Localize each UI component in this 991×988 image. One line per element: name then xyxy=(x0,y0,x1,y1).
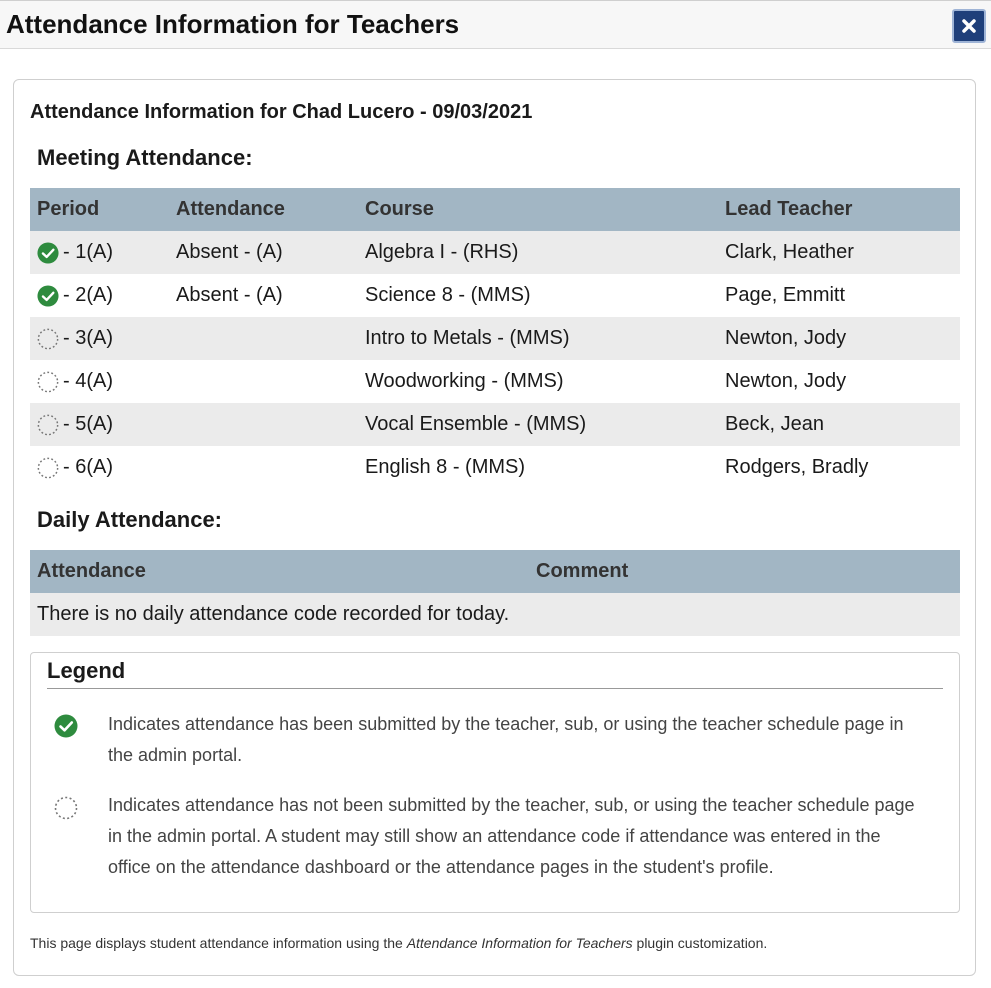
meeting-attendance-table: Period Attendance Course Lead Teacher - … xyxy=(30,188,960,489)
column-header-lead-teacher: Lead Teacher xyxy=(718,188,960,231)
lead-teacher-cell: Beck, Jean xyxy=(718,403,960,446)
lead-teacher-cell: Rodgers, Bradly xyxy=(718,446,960,489)
period-label: - 6(A) xyxy=(63,456,113,478)
footer-suffix: plugin customization. xyxy=(632,935,768,951)
period-cell: - 2(A) xyxy=(30,274,169,317)
footer-prefix: This page displays student attendance in… xyxy=(30,935,407,951)
close-button[interactable] xyxy=(952,9,986,43)
attendance-cell: Absent - (A) xyxy=(169,274,358,317)
course-cell: English 8 - (MMS) xyxy=(358,446,718,489)
column-header-attendance: Attendance xyxy=(30,550,529,593)
table-row: - 6(A) English 8 - (MMS) Rodgers, Bradly xyxy=(30,446,960,489)
dotted-circle-icon xyxy=(37,371,59,392)
lead-teacher-cell: Page, Emmitt xyxy=(718,274,960,317)
period-label: - 5(A) xyxy=(63,413,113,435)
lead-teacher-cell: Clark, Heather xyxy=(718,231,960,274)
legend-divider xyxy=(47,688,943,689)
dotted-circle-icon xyxy=(37,414,59,435)
legend-title: Legend xyxy=(47,658,126,683)
dialog-titlebar: Attendance Information for Teachers xyxy=(0,0,991,49)
attendance-cell xyxy=(169,403,358,446)
course-cell: Science 8 - (MMS) xyxy=(358,274,718,317)
period-cell: - 1(A) xyxy=(30,231,169,274)
daily-attendance-heading: Daily Attendance: xyxy=(37,507,223,532)
legend-item-not-submitted: Indicates attendance has not been submit… xyxy=(108,795,915,877)
check-circle-icon xyxy=(37,241,59,264)
meeting-attendance-heading: Meeting Attendance: xyxy=(37,145,253,170)
student-heading: Attendance Information for Chad Lucero -… xyxy=(30,101,533,123)
course-cell: Vocal Ensemble - (MMS) xyxy=(358,403,718,446)
lead-teacher-cell: Newton, Jody xyxy=(718,360,960,403)
check-circle-icon xyxy=(54,714,78,738)
column-header-comment: Comment xyxy=(529,550,960,593)
legend-box: Legend Indicates attendance has been sub… xyxy=(30,652,960,913)
table-row: - 4(A) Woodworking - (MMS) Newton, Jody xyxy=(30,360,960,403)
course-cell: Algebra I - (RHS) xyxy=(358,231,718,274)
attendance-cell xyxy=(169,446,358,489)
period-cell: - 3(A) xyxy=(30,317,169,360)
table-header-row: Attendance Comment xyxy=(30,550,960,593)
period-cell: - 4(A) xyxy=(30,360,169,403)
table-row: - 2(A) Absent - (A) Science 8 - (MMS) Page,… xyxy=(30,274,960,317)
table-row: - 5(A) Vocal Ensemble - (MMS) Beck, Jean xyxy=(30,403,960,446)
footer-plugin-name: Attendance Information for Teachers xyxy=(406,935,633,951)
column-header-period: Period xyxy=(30,188,169,231)
table-header-row: Period Attendance Course Lead Teacher xyxy=(30,188,960,231)
period-cell: - 6(A) xyxy=(30,446,169,489)
dotted-circle-icon xyxy=(37,457,59,478)
check-circle-icon xyxy=(37,284,59,307)
dotted-circle-icon xyxy=(37,328,59,349)
attendance-cell: Absent - (A) xyxy=(169,231,358,274)
empty-message: There is no daily attendance code record… xyxy=(30,593,960,636)
dialog-title: Attendance Information for Teachers xyxy=(6,9,460,39)
period-label: - 3(A) xyxy=(63,327,113,349)
table-row: There is no daily attendance code record… xyxy=(30,593,960,636)
footer-note: This page displays student attendance in… xyxy=(30,935,767,951)
table-row: - 3(A) Intro to Metals - (MMS) Newton, Jod… xyxy=(30,317,960,360)
course-cell: Intro to Metals - (MMS) xyxy=(358,317,718,360)
period-cell: - 5(A) xyxy=(30,403,169,446)
period-label: - 2(A) xyxy=(63,284,113,306)
attendance-cell xyxy=(169,317,358,360)
course-cell: Woodworking - (MMS) xyxy=(358,360,718,403)
dotted-circle-icon xyxy=(54,796,78,820)
close-icon xyxy=(962,19,976,33)
daily-attendance-table: Attendance Comment There is no daily att… xyxy=(30,550,960,636)
attendance-cell xyxy=(169,360,358,403)
period-label: - 1(A) xyxy=(63,241,113,263)
period-label: - 4(A) xyxy=(63,370,113,392)
table-row: - 1(A) Absent - (A) Algebra I - (RHS) Clark… xyxy=(30,231,960,274)
lead-teacher-cell: Newton, Jody xyxy=(718,317,960,360)
legend-item-submitted: Indicates attendance has been submitted … xyxy=(108,714,904,765)
column-header-attendance: Attendance xyxy=(169,188,358,231)
column-header-course: Course xyxy=(358,188,718,231)
